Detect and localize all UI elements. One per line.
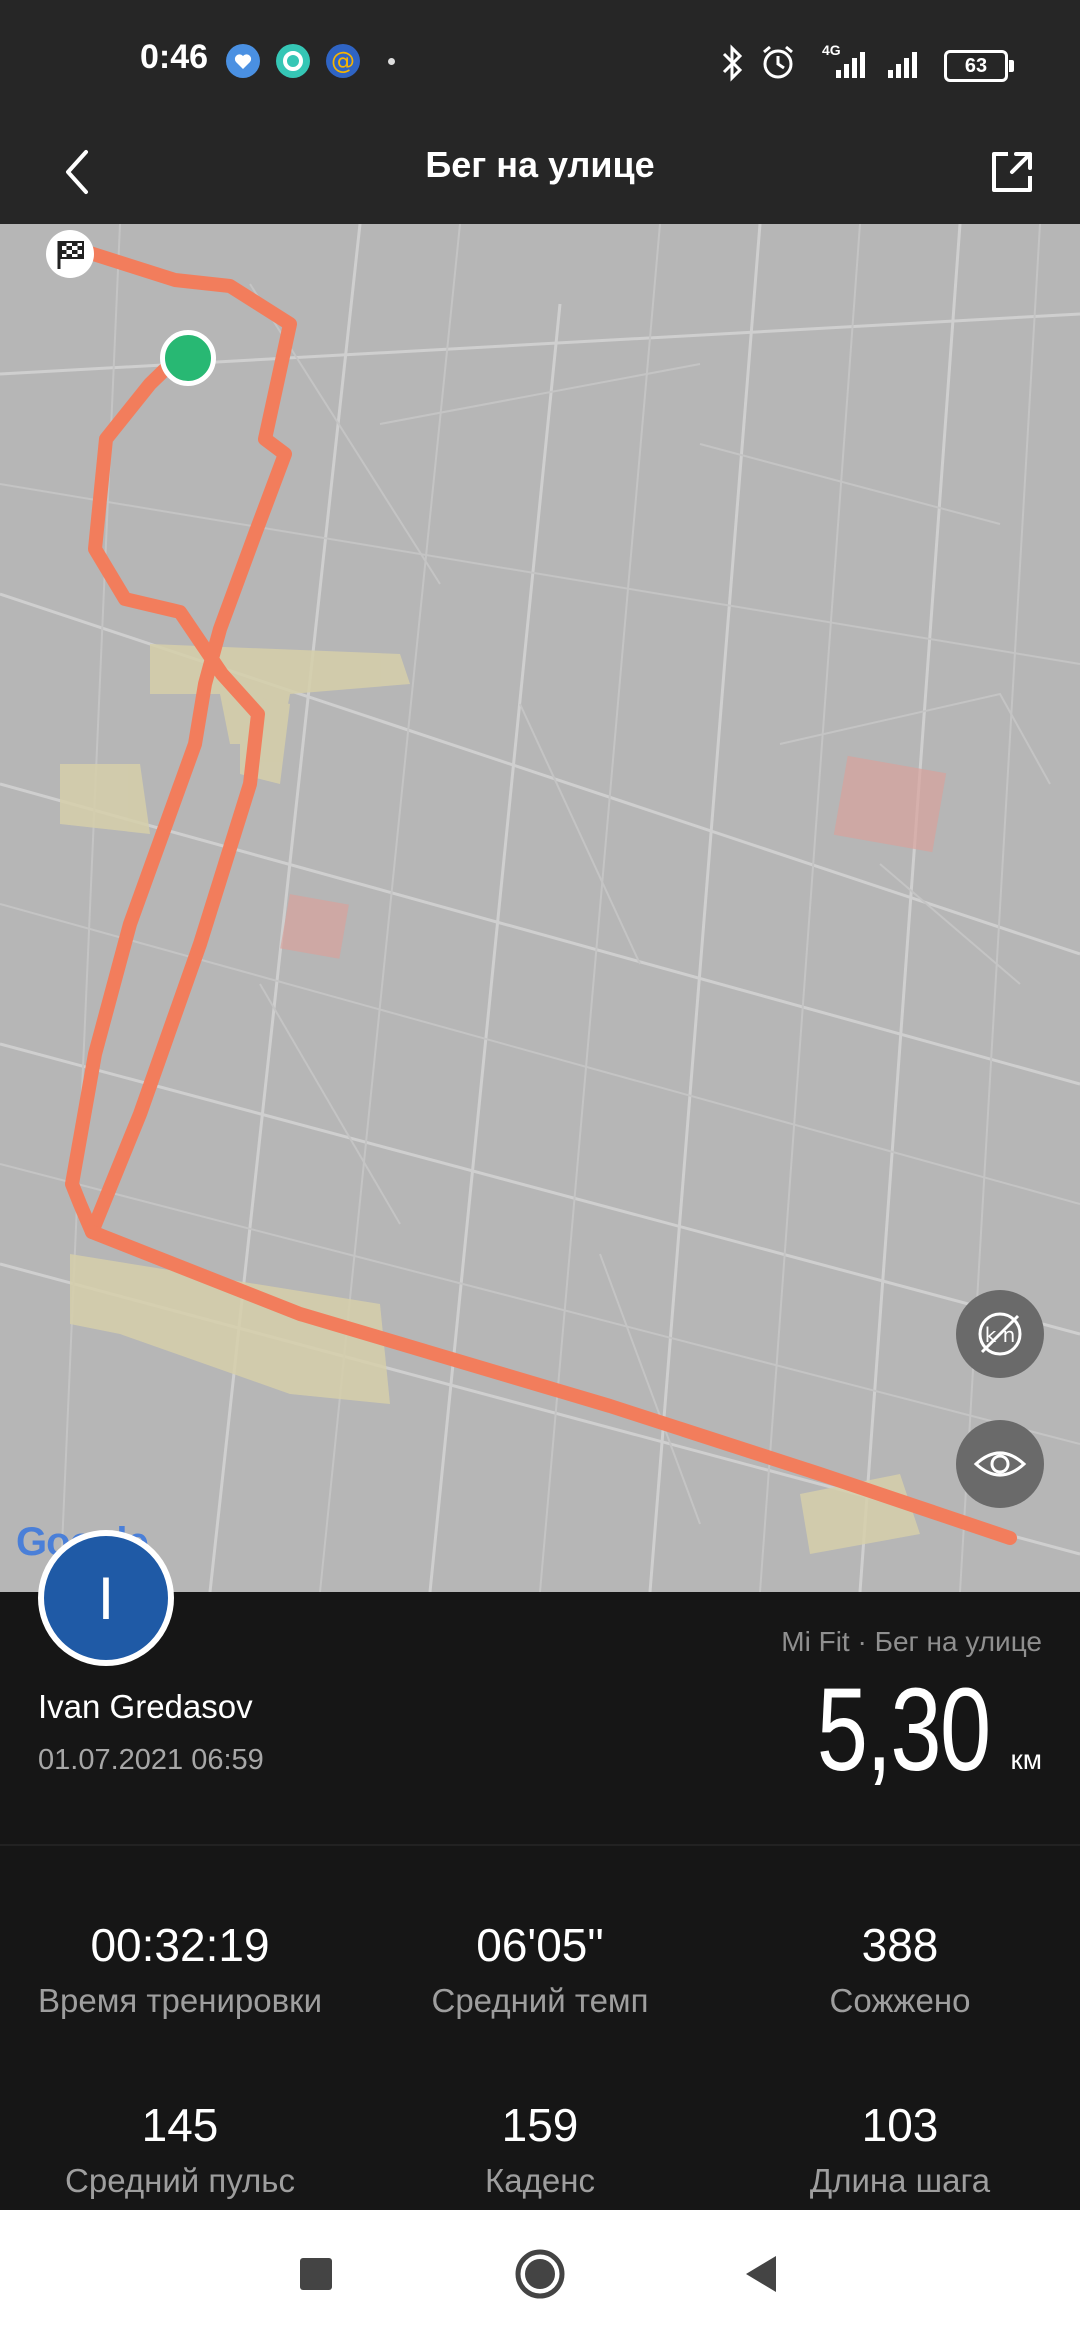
circle-app-icon xyxy=(276,44,310,78)
dot-icon xyxy=(388,58,395,65)
stat-value: 00:32:19 xyxy=(90,1919,270,1971)
stat-value: 145 xyxy=(141,2099,219,2151)
stat-label: Длина шага xyxy=(809,2162,991,2199)
svg-text:@: @ xyxy=(331,47,355,75)
stat-label: Сожжено xyxy=(829,1982,971,2019)
stat-value: 159 xyxy=(501,2099,579,2151)
avatar[interactable]: I xyxy=(38,1530,174,1666)
stat-avg-pace: 06'05" Средний темп xyxy=(360,1918,720,2020)
stat-calories: 388 Сожжено xyxy=(720,1918,1080,2020)
distance-value: 5,30 xyxy=(817,1664,991,1796)
signal-icon xyxy=(888,52,917,78)
mail-at-icon: @ xyxy=(326,44,360,78)
stat-label: Средний темп xyxy=(431,1982,649,2019)
heart-app-icon xyxy=(226,44,260,78)
page-title: Бег на улице xyxy=(425,144,655,185)
view-toggle-button[interactable] xyxy=(956,1420,1044,1508)
bluetooth-icon xyxy=(722,44,743,82)
share-button[interactable] xyxy=(978,138,1046,206)
workout-datetime: 01.07.2021 06:59 xyxy=(38,1744,264,1776)
checkered-flag-icon xyxy=(57,241,84,269)
home-button[interactable] xyxy=(512,2246,568,2307)
start-marker xyxy=(160,330,216,386)
stats-grid: 00:32:19 Время тренировки 06'05" Средний… xyxy=(0,1846,1080,2210)
recent-apps-icon xyxy=(300,2258,332,2290)
nav-back-button[interactable] xyxy=(742,2246,782,2307)
user-name: Ivan Gredasov xyxy=(38,1688,253,1725)
route-map[interactable]: k n Google xyxy=(0,224,1080,1592)
map-tiles xyxy=(0,224,1080,1592)
stat-label: Средний пульс xyxy=(65,2162,295,2199)
stat-label: Время тренировки xyxy=(37,1982,323,2019)
route-line xyxy=(61,239,297,1239)
workout-summary: I Ivan Gredasov 01.07.2021 06:59 Mi Fit … xyxy=(0,1530,1080,1844)
eye-icon xyxy=(973,1451,1027,1477)
stat-value: 06'05" xyxy=(476,1919,604,1971)
workout-source: Mi Fit · Бег на улице xyxy=(781,1626,1042,1657)
stat-label: Каденс xyxy=(485,2162,595,2199)
home-icon xyxy=(515,2249,565,2299)
share-icon xyxy=(992,152,1032,192)
recent-apps-button[interactable] xyxy=(296,2246,336,2307)
distance-unit: км xyxy=(1010,1744,1043,1775)
stat-cadence: 159 Каденс xyxy=(360,2098,720,2200)
km-markers-toggle-button[interactable]: k n xyxy=(956,1290,1044,1378)
stat-value: 103 xyxy=(861,2099,939,2151)
system-nav-bar xyxy=(0,2210,1080,2340)
km-markers-off-icon: k n xyxy=(978,1312,1022,1356)
finish-marker xyxy=(46,230,94,278)
stat-value: 388 xyxy=(861,1919,939,1971)
signal-4g-icon: 4G xyxy=(816,42,876,80)
stat-avg-heart-rate: 145 Средний пульс xyxy=(0,2098,360,2200)
app-header: Бег на улице xyxy=(0,122,1080,224)
stat-stride-length: 103 Длина шага xyxy=(720,2098,1080,2200)
status-time: 0:46 xyxy=(140,38,209,76)
status-bar: 0:46 @ 4G 63 xyxy=(0,0,1080,122)
alarm-icon xyxy=(763,45,793,79)
battery-icon: 63 xyxy=(944,50,1014,82)
stat-workout-time: 00:32:19 Время тренировки xyxy=(0,1918,360,2020)
back-triangle-icon xyxy=(746,2256,776,2292)
